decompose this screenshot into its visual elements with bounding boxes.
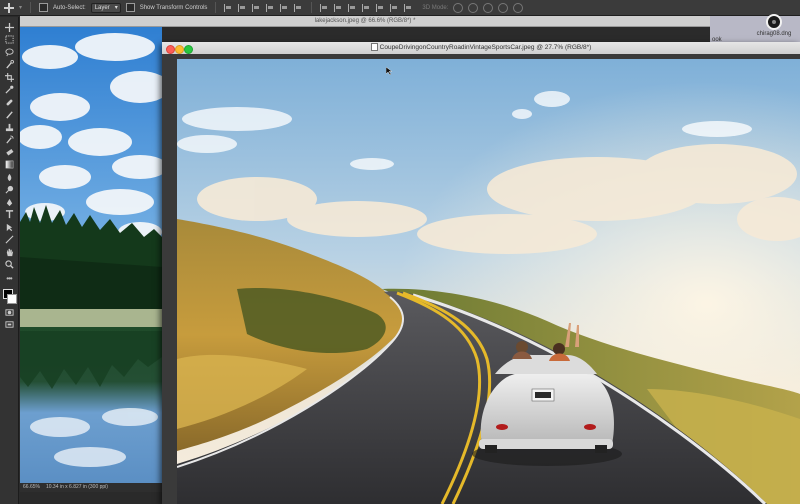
gradient-tool-icon[interactable] [3,159,15,171]
align-left-icon[interactable] [266,3,275,12]
divider [215,2,217,13]
align-right-icon[interactable] [294,3,303,12]
lasso-tool-icon[interactable] [3,46,15,58]
zoom-level[interactable]: 66.65% [23,483,40,492]
canvas-frame-left [162,59,177,504]
desktop-file-icon[interactable]: chirag08.dng [757,14,791,38]
back-document-title: lakejackson.jpeg @ 66.6% (RGB/8*) * [314,18,416,24]
front-document-window[interactable]: CoupeDrivingonCountryRoadinVintageSports… [162,42,800,504]
3d-pan-icon[interactable] [483,2,494,13]
line-tool-icon[interactable] [3,234,15,246]
distribute-hcenter-icon[interactable] [376,3,385,12]
mouse-cursor-icon [386,67,392,75]
quick-select-tool-icon[interactable] [3,59,15,71]
move-icon[interactable] [4,2,14,13]
distribute-vcenter-icon[interactable] [334,3,343,12]
3d-mode-label: 3D Mode: [422,4,449,11]
divider [311,2,313,13]
auto-select-label: Auto-Select: [53,4,86,11]
back-document-title-bar[interactable]: lakejackson.jpeg @ 66.6% (RGB/8*) * [20,16,710,27]
blur-tool-icon[interactable] [3,171,15,183]
lake-photo [20,27,162,483]
back-document-status-bar: 66.65% 10.34 in x 6.827 in (300 ppi) [20,483,162,492]
dodge-tool-icon[interactable] [3,184,15,196]
3d-orbit-icon[interactable] [453,2,464,13]
dng-file-thumbnail-icon [766,14,782,30]
align-hcenter-icon[interactable] [280,3,289,12]
align-vcenter-icon[interactable] [238,3,247,12]
eyedropper-tool-icon[interactable] [3,84,15,96]
3d-roll-icon[interactable] [468,2,479,13]
desktop-background [710,16,800,44]
marquee-tool-icon[interactable] [3,34,15,46]
distribute-top-icon[interactable] [320,3,329,12]
distribute-right-icon[interactable] [390,3,399,12]
clone-stamp-tool-icon[interactable] [3,121,15,133]
show-transform-label: Show Transform Controls [139,4,208,11]
3d-scale-icon[interactable] [513,2,524,13]
history-brush-tool-icon[interactable] [3,134,15,146]
eraser-tool-icon[interactable] [3,146,15,158]
close-window-button[interactable] [166,45,175,54]
car-road-photo [177,59,800,504]
auto-align-icon[interactable] [404,3,413,12]
desktop-file-label: chirag08.dng [756,31,792,37]
brush-tool-icon[interactable] [3,109,15,121]
quick-mask-icon[interactable] [3,306,15,318]
auto-select-checkbox[interactable] [39,3,49,12]
path-selection-tool-icon[interactable] [3,221,15,233]
3d-slide-icon[interactable] [498,2,509,13]
document-icon [370,43,378,52]
type-tool-icon[interactable] [3,209,15,221]
divider [30,2,32,13]
show-transform-checkbox[interactable] [125,3,135,12]
dropdown-chevron-icon[interactable]: ▾ [19,4,22,11]
layer-select[interactable]: Layer [90,2,121,13]
align-top-icon[interactable] [224,3,233,12]
more-tools-icon[interactable]: ••• [6,274,12,283]
align-bottom-icon[interactable] [252,3,261,12]
screen-mode-icon[interactable] [3,319,15,331]
options-bar: ▾ Auto-Select: Layer Show Transform Cont… [0,0,800,16]
tools-panel: ••• [0,17,19,504]
healing-brush-tool-icon[interactable] [3,96,15,108]
back-document-canvas[interactable] [20,27,162,483]
crop-tool-icon[interactable] [3,71,15,83]
hand-tool-icon[interactable] [3,246,15,258]
color-swatches[interactable] [2,288,17,304]
front-document-title: CoupeDrivingonCountryRoadinVintageSports… [379,44,592,51]
distribute-left-icon[interactable] [362,3,371,12]
distribute-bottom-icon[interactable] [348,3,357,12]
document-info[interactable]: 10.34 in x 6.827 in (300 ppi) [46,483,108,492]
front-document-canvas[interactable] [177,59,800,504]
minimize-window-button[interactable] [175,45,184,54]
move-tool-icon[interactable] [3,21,15,33]
zoom-tool-icon[interactable] [3,259,15,271]
pen-tool-icon[interactable] [3,196,15,208]
zoom-window-button[interactable] [184,45,193,54]
background-color-swatch[interactable] [7,294,17,304]
